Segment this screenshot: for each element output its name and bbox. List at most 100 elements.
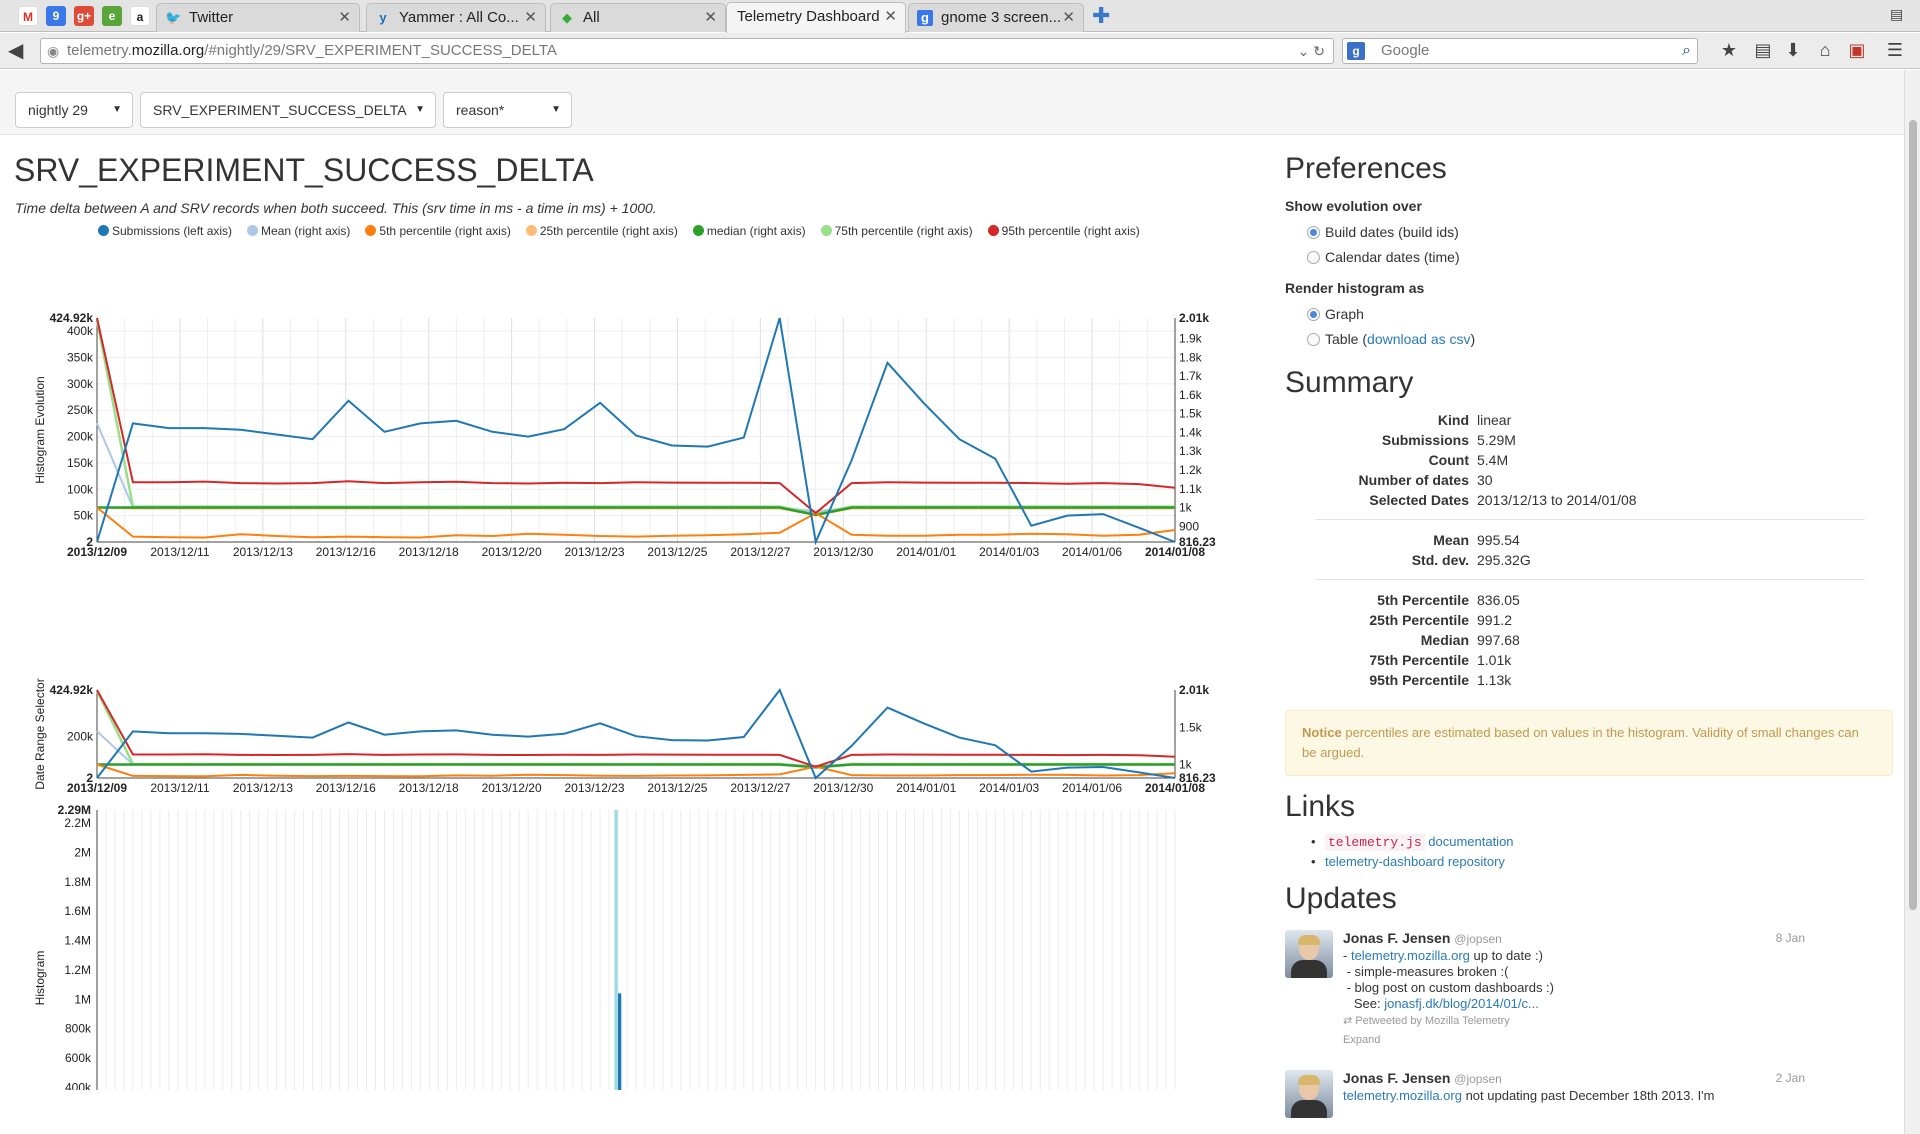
search-icon[interactable]: ⌕ (1682, 39, 1691, 63)
tab-yammer[interactable]: y Yammer : All Co... ✕ (366, 3, 546, 32)
summary-row: Number of dates 30 (1285, 470, 1895, 490)
google-plus-icon[interactable]: g+ (74, 6, 94, 26)
search-bar[interactable]: g Google ⌕ (1342, 38, 1698, 64)
tab-gnome-screenshot[interactable]: g gnome 3 screen... ✕ (908, 3, 1084, 32)
filter-bar: nightly 29 ▼ SRV_EXPERIMENT_SUCCESS_DELT… (0, 70, 1904, 135)
search-placeholder: Google (1381, 42, 1430, 59)
tab-twitter[interactable]: 🐦 Twitter ✕ (156, 3, 360, 32)
legend-item[interactable]: median (right axis) (692, 224, 806, 238)
filter-select[interactable]: reason* ▼ (443, 92, 572, 128)
tweet-date[interactable]: 8 Jan (1776, 931, 1805, 945)
tab-all[interactable]: ◆ All ✕ (550, 3, 726, 32)
x-tick-label: 2013/12/20 (482, 545, 542, 559)
radio-checked-icon[interactable] (1307, 226, 1320, 239)
calendar-pinned-icon[interactable]: 9 (46, 6, 66, 26)
tweet-body: - telemetry.mozilla.org up to date :) - … (1343, 948, 1555, 1011)
y-right-tick-label: 1.8k (1179, 350, 1203, 364)
hist-y-tick-label: 1.2M (64, 963, 91, 977)
x-tick-label: 2014/01/01 (896, 545, 956, 559)
repository-link[interactable]: telemetry-dashboard repository (1325, 854, 1505, 869)
close-tab-icon[interactable]: ✕ (1062, 4, 1075, 31)
legend-item[interactable]: 25th percentile (right axis) (525, 224, 678, 238)
hist-y-tick-label: 600k (65, 1051, 92, 1065)
radio-unchecked-icon[interactable] (1307, 251, 1320, 264)
google-search-engine-icon[interactable]: g (1347, 42, 1365, 60)
hist-y-tick-label: 400k (65, 1080, 92, 1090)
reload-icon[interactable]: ⌄ ↻ (1298, 39, 1325, 63)
tweet-link[interactable]: telemetry.mozilla.org (1351, 948, 1470, 963)
summary-group-percentiles: 5th Percentile 836.05 25th Percentile 991.2… (1285, 590, 1895, 690)
hist-bar (614, 810, 618, 1090)
url-bar[interactable]: ◉ telemetry.mozilla.org/#nightly/29/SRV_… (40, 38, 1334, 64)
tweet-date[interactable]: 2 Jan (1776, 1071, 1805, 1085)
download-csv-link[interactable]: download as csv (1367, 331, 1471, 347)
new-tab-plus-icon[interactable]: ✚ (1092, 4, 1110, 28)
bookmark-star-icon[interactable]: ★ (1718, 40, 1740, 61)
legend-item[interactable]: 5th percentile (right axis) (365, 224, 511, 238)
tweet-line: - simple-measures broken :( (1343, 964, 1509, 979)
legend-item[interactable]: 75th percentile (right axis) (820, 224, 973, 238)
tweet-line: not updating past December 18th 2013. I'… (1461, 1088, 1715, 1103)
site-identity-icon[interactable]: ◉ (47, 39, 59, 63)
y-right-tick-label: 2.01k (1179, 683, 1209, 697)
close-tab-icon[interactable]: ✕ (524, 4, 537, 31)
summary-group-stats: Mean 995.54 Std. dev. 295.32G (1285, 530, 1895, 570)
expand-link[interactable]: Expand (1343, 1034, 1380, 1046)
radio-unchecked-icon[interactable] (1307, 333, 1320, 346)
home-icon[interactable]: ⌂ (1814, 40, 1836, 61)
bookmarks-list-icon[interactable]: ▤ (1752, 40, 1774, 61)
avatar[interactable] (1285, 1070, 1333, 1118)
page-scrollbar[interactable] (1904, 70, 1920, 1134)
amazon-icon[interactable]: a (130, 6, 150, 26)
legend-item[interactable]: Mean (right axis) (247, 224, 350, 238)
y-right-tick-label: 2.01k (1179, 311, 1209, 325)
legend-item[interactable]: Submissions (left axis) (98, 224, 232, 238)
avatar[interactable] (1285, 930, 1333, 978)
radio-calendar-dates[interactable]: Calendar dates (time) (1285, 245, 1895, 270)
tweet-author[interactable]: Jonas F. Jensen @jopsen (1343, 930, 1502, 946)
legend-label: median (right axis) (706, 224, 806, 238)
tweet-line: up to date :) (1469, 948, 1543, 963)
scrollbar-thumb[interactable] (1909, 120, 1917, 910)
hist-y-tick-label: 1.4M (64, 934, 91, 948)
back-arrow-icon[interactable]: ◀ (8, 38, 23, 63)
radio-graph[interactable]: Graph (1285, 302, 1895, 327)
evernote-icon[interactable]: e (102, 6, 122, 26)
url-domain: mozilla.org (131, 42, 205, 59)
close-tab-icon[interactable]: ✕ (704, 4, 717, 31)
tab-telemetry-dashboard[interactable]: Telemetry Dashboard ✕ (726, 2, 906, 33)
evolution-chart[interactable]: 2013/12/09 2013/12/11 2013/12/13 2013/12/16… (0, 240, 1240, 800)
telemetry-js-code[interactable]: telemetry.js (1325, 834, 1425, 851)
y-right-tick-label: 900 (1179, 519, 1199, 533)
radio-build-dates[interactable]: Build dates (build ids) (1285, 220, 1895, 245)
close-tab-icon[interactable]: ✕ (338, 4, 351, 31)
measure-select[interactable]: SRV_EXPERIMENT_SUCCESS_DELTA ▼ (140, 92, 436, 128)
hist-y-tick-label: 1.6M (64, 904, 91, 918)
author-name: Jonas F. Jensen (1343, 930, 1451, 946)
addon-icon[interactable]: ▣ (1846, 40, 1868, 61)
google-icon: g (917, 10, 933, 26)
x-tick-label: 2013/12/11 (150, 545, 209, 559)
tweet-link[interactable]: jonasfj.dk/blog/2014/01/c... (1384, 996, 1539, 1011)
gmail-icon[interactable]: M (18, 6, 38, 26)
close-tab-icon[interactable]: ✕ (884, 3, 897, 30)
radio-table[interactable]: Table (download as csv) (1285, 327, 1895, 352)
documentation-link[interactable]: documentation (1428, 834, 1513, 849)
y-right-tick-label: 1.6k (1179, 388, 1203, 402)
y-left-tick-label: 350k (67, 350, 94, 364)
notice-label: Notice (1302, 725, 1342, 740)
list-item: telemetry.js documentation (1285, 832, 1895, 852)
legend-item[interactable]: 95th percentile (right axis) (987, 224, 1140, 238)
tab-list-icon[interactable]: ▤ (1890, 6, 1908, 24)
summary-value: linear (1477, 412, 1512, 428)
hist-y-tick-label: 800k (65, 1022, 92, 1036)
tweet-link[interactable]: telemetry.mozilla.org (1343, 1088, 1462, 1103)
radio-checked-icon[interactable] (1307, 308, 1320, 321)
retweet-icon: ⇄ (1343, 1015, 1356, 1027)
download-icon[interactable]: ⬇ (1782, 40, 1804, 61)
version-select[interactable]: nightly 29 ▼ (15, 92, 133, 128)
x-tick-label: 2013/12/16 (316, 545, 376, 559)
tweet-author[interactable]: Jonas F. Jensen @jopsen (1343, 1070, 1502, 1086)
menu-icon[interactable]: ☰ (1884, 40, 1906, 61)
chevron-down-icon: ▼ (551, 104, 561, 115)
